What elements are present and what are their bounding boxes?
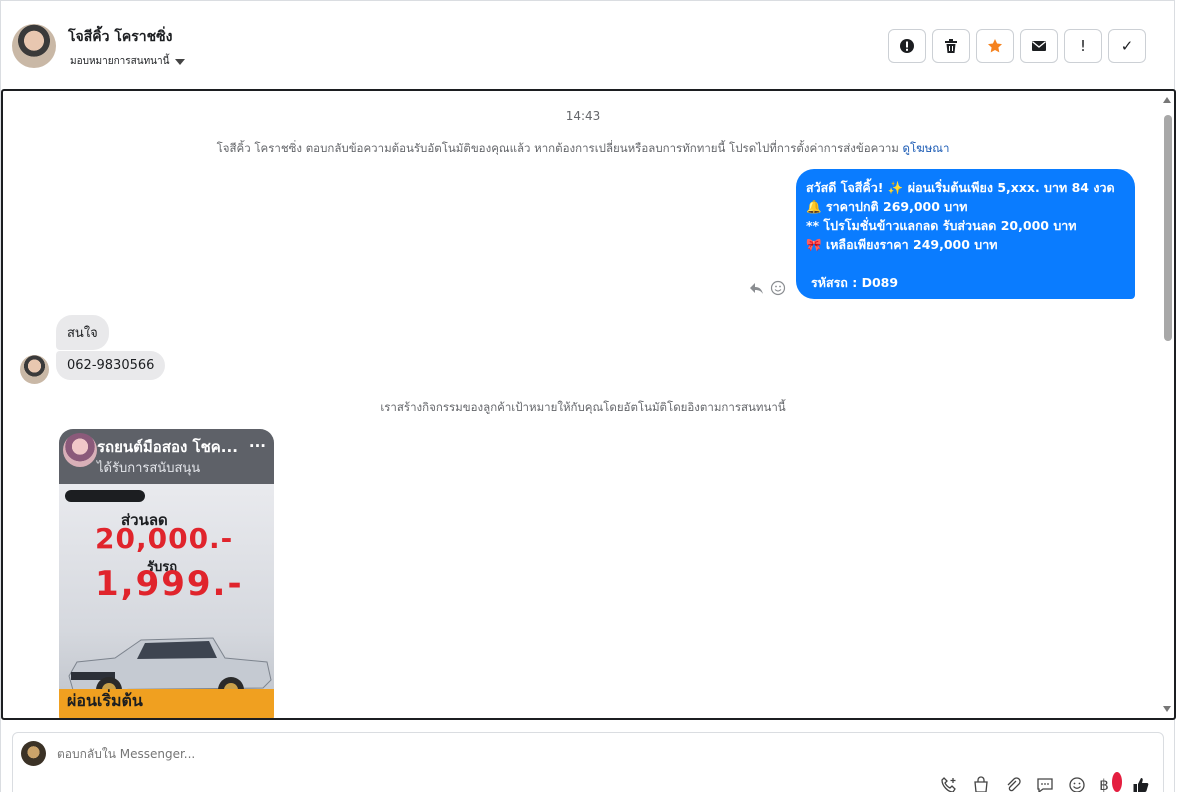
ad-title[interactable]: รถยนต์มือสอง โชค... xyxy=(97,435,247,459)
delete-button[interactable] xyxy=(932,29,970,63)
message-actions xyxy=(748,280,786,296)
message-thread[interactable]: 14:43 โจสีคิ้ว โคราชซิ่ง ตอบกลับข้อความต… xyxy=(1,89,1176,720)
outgoing-message-bubble[interactable]: สวัสดี โจสีคิ้ว! ✨ ผ่อนเริ่มต้นเพียง 5,x… xyxy=(796,169,1135,299)
message-line: สวัสดี โจสีคิ้ว! ✨ ผ่อนเริ่มต้นเพียง 5,x… xyxy=(806,180,1115,195)
sponsored-label: ได้รับการสนับสนุน xyxy=(97,461,201,476)
conversation-header: โจสีคิ้ว โคราชซิ่ง มอบหมายการสนทนานี้ ! … xyxy=(0,0,1175,88)
star-icon xyxy=(988,39,1002,53)
assign-label: มอบหมายการสนทนานี้ xyxy=(70,56,170,67)
baht-symbol: ฿ xyxy=(1099,776,1109,792)
scrollbar-thumb[interactable] xyxy=(1164,115,1172,341)
ad-receive-value: 1,999.- xyxy=(95,564,244,604)
message-composer: ฿ xyxy=(12,732,1164,792)
reply-input[interactable] xyxy=(57,747,657,761)
composer-toolbar: ฿ xyxy=(939,772,1151,792)
contact-name[interactable]: โจสีคิ้ว โคราชซิ่ง xyxy=(68,26,172,48)
page-avatar xyxy=(21,741,46,766)
thumbs-up-icon[interactable] xyxy=(1131,775,1151,792)
mark-unread-button[interactable] xyxy=(1020,29,1058,63)
exclamation-icon: ! xyxy=(1079,37,1086,55)
auto-reply-notice: โจสีคิ้ว โคราชซิ่ง ตอบกลับข้อความต้อนรับ… xyxy=(3,140,1163,158)
baht-icon[interactable]: ฿ xyxy=(1099,772,1122,792)
sender-avatar xyxy=(20,355,49,384)
message-line: 🎀 เหลือเพียงราคา 249,000 บาท xyxy=(806,237,998,252)
trash-icon xyxy=(945,39,957,53)
notification-dot xyxy=(1112,772,1122,792)
star-button[interactable] xyxy=(976,29,1014,63)
ad-banner-text: ผ่อนเริ่มต้น xyxy=(67,691,143,710)
shopping-bag-icon[interactable] xyxy=(971,775,991,792)
header-toolbar: ! ✓ xyxy=(888,29,1146,63)
dealer-logo xyxy=(65,490,145,502)
message-timestamp: 14:43 xyxy=(565,109,601,123)
advertiser-avatar xyxy=(63,433,97,467)
ad-discount-value: 20,000.- xyxy=(95,522,234,555)
more-options-icon[interactable]: ... xyxy=(249,433,266,451)
assign-conversation-dropdown[interactable]: มอบหมายการสนทนานี้ xyxy=(70,54,186,69)
check-icon: ✓ xyxy=(1120,37,1134,55)
emoji-react-icon[interactable] xyxy=(770,280,786,296)
ad-card-header: รถยนต์มือสอง โชค... ได้รับการสนับสนุน ..… xyxy=(59,429,274,484)
paperclip-icon[interactable] xyxy=(1003,775,1023,792)
thread-scrollbar[interactable] xyxy=(1160,91,1174,718)
mark-done-button[interactable]: ✓ xyxy=(1108,29,1146,63)
auto-reply-notice-text: โจสีคิ้ว โคราชซิ่ง ตอบกลับข้อความต้อนรับ… xyxy=(216,141,899,155)
mail-icon xyxy=(1032,41,1046,51)
ad-preview-card[interactable]: ส่วนลด 20,000.- รับรถ 1,999.- ผ่อนเริ่มต… xyxy=(59,429,274,718)
ad-image: ส่วนลด 20,000.- รับรถ 1,999.- xyxy=(59,484,274,718)
message-line: รหัสรถ : D089 xyxy=(811,275,899,290)
incoming-message-bubble[interactable]: 062-9830566 xyxy=(56,351,166,380)
activity-notice: เราสร้างกิจกรรมของลูกค้าเป้าหมายให้กับคุ… xyxy=(380,400,786,414)
emoji-icon[interactable] xyxy=(1067,775,1087,792)
message-line: ** โปรโมชั่นข้าวแลกลด รับส่วนลด 20,000 บ… xyxy=(806,218,1077,233)
phone-plus-icon[interactable] xyxy=(939,775,959,792)
report-button[interactable] xyxy=(888,29,926,63)
contact-avatar[interactable] xyxy=(12,24,56,68)
mark-important-button[interactable]: ! xyxy=(1064,29,1102,63)
reply-icon[interactable] xyxy=(748,280,764,296)
scroll-down-arrow-icon[interactable] xyxy=(1163,706,1171,712)
message-line: 🔔 ราคาปกติ 269,000 บาท xyxy=(806,199,968,214)
scroll-up-arrow-icon[interactable] xyxy=(1163,97,1171,103)
caret-down-icon xyxy=(175,58,186,65)
incoming-message-bubble[interactable]: สนใจ xyxy=(56,315,109,350)
chat-icon[interactable] xyxy=(1035,775,1055,792)
report-icon xyxy=(900,39,914,53)
view-ad-link[interactable]: ดูโฆษณา xyxy=(903,141,950,155)
